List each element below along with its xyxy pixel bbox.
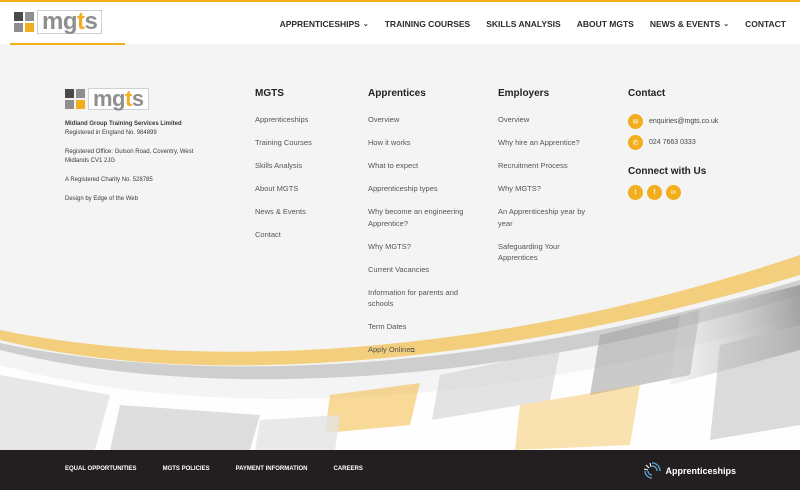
legal-links: EQUAL OPPORTUNITIES MGTS POLICIES PAYMEN…	[65, 466, 389, 472]
footer-column-employers: Employers Overview Why hire an Apprentic…	[498, 88, 598, 275]
footer-brand: mgts Midland Group Training Services Lim…	[65, 88, 215, 204]
phone-icon: ✆	[628, 135, 643, 150]
footer-link[interactable]: An Apprenticeship year by year	[498, 206, 598, 229]
contact-email[interactable]: ✉ enquiries@mgts.co.uk	[628, 114, 768, 129]
registered-office: Registered Office: Gulson Road, Coventry…	[65, 149, 194, 164]
footer-link[interactable]: Overview	[368, 114, 478, 126]
mgts-logo[interactable]: mgts	[14, 10, 103, 34]
footer-link[interactable]: Overview	[498, 114, 598, 126]
logo-underline	[10, 43, 125, 45]
chevron-down-icon: ⌄	[723, 21, 730, 28]
org-name: Midland Group Training Services Limited	[65, 121, 182, 127]
nav-training-courses[interactable]: TRAINING COURSES	[385, 19, 470, 29]
column-heading: MGTS	[255, 88, 284, 99]
link-careers[interactable]: CAREERS	[333, 466, 362, 472]
footer-link[interactable]: Skills Analysis	[255, 160, 355, 172]
apprenticeships-swirl-icon	[644, 462, 662, 479]
footer-link[interactable]: Current Vacancies	[368, 264, 478, 276]
nav-apprenticeships[interactable]: APPRENTICESHIPS ⌄	[280, 19, 369, 29]
footer-link[interactable]: Why MGTS?	[368, 241, 478, 253]
site-header: mgts APPRENTICESHIPS ⌄ TRAINING COURSES S…	[0, 0, 800, 46]
footer-link[interactable]: News & Events	[255, 206, 355, 218]
footer-link[interactable]: Term Dates	[368, 321, 478, 333]
design-credit[interactable]: Design by Edge of the Web	[65, 195, 215, 204]
registration-number: Registered in England No. 984899	[65, 130, 157, 136]
footer-column-mgts: MGTS Apprenticeships Training Courses Sk…	[255, 88, 355, 252]
bottom-bar: EQUAL OPPORTUNITIES MGTS POLICIES PAYMEN…	[0, 450, 800, 490]
footer-logo[interactable]: mgts	[65, 88, 215, 110]
nav-skills-analysis[interactable]: SKILLS ANALYSIS	[486, 19, 560, 29]
linkedin-icon[interactable]: in	[666, 185, 681, 200]
footer-column-apprentices: Apprentices Overview How it works What t…	[368, 88, 478, 369]
link-payment-information[interactable]: PAYMENT INFORMATION	[236, 466, 308, 472]
apprenticeships-logo[interactable]: Apprenticeships	[642, 461, 736, 481]
footer-link[interactable]: Why MGTS?	[498, 183, 598, 195]
footer-link[interactable]: About MGTS	[255, 183, 355, 195]
link-mgts-policies[interactable]: MGTS POLICIES	[163, 466, 210, 472]
envelope-icon: ✉	[628, 114, 643, 129]
nav-news-events[interactable]: NEWS & EVENTS ⌄	[650, 19, 729, 29]
external-link-icon: ⧉	[410, 348, 415, 354]
social-links: t f in	[628, 185, 768, 200]
footer-link[interactable]: Safeguarding Your Apprentices	[498, 241, 598, 264]
logo-wordmark: mgts	[37, 10, 103, 34]
contact-phone[interactable]: ✆ 024 7663 0333	[628, 135, 768, 150]
chevron-down-icon: ⌄	[362, 21, 369, 28]
footer-link[interactable]: Apprenticeship types	[368, 183, 478, 195]
footer-link[interactable]: Recruitment Process	[498, 160, 598, 172]
footer-link[interactable]: Training Courses	[255, 137, 355, 149]
footer-link[interactable]: Information for parents and schools	[368, 287, 478, 310]
footer-link[interactable]: Why become an engineering Apprentice?	[368, 206, 478, 229]
nav-contact[interactable]: CONTACT	[745, 19, 786, 29]
logo-squares-icon	[65, 89, 85, 109]
facebook-icon[interactable]: f	[647, 185, 662, 200]
footer-column-contact: Contact ✉ enquiries@mgts.co.uk ✆ 024 766…	[628, 88, 768, 200]
connect-heading: Connect with Us	[628, 166, 707, 177]
footer-link-apply-online[interactable]: Apply Online⧉	[368, 344, 478, 358]
column-heading: Apprentices	[368, 88, 426, 99]
logo-wordmark: mgts	[88, 88, 149, 110]
link-equal-opportunities[interactable]: EQUAL OPPORTUNITIES	[65, 466, 137, 472]
column-heading: Employers	[498, 88, 550, 99]
twitter-icon[interactable]: t	[628, 185, 643, 200]
logo-squares-icon	[14, 12, 34, 32]
footer-link[interactable]: How it works	[368, 137, 478, 149]
footer-link[interactable]: Why hire an Apprentice?	[498, 137, 598, 149]
charity-number: A Registered Charity No. 528785	[65, 177, 153, 183]
column-heading: Contact	[628, 88, 666, 99]
footer-link[interactable]: Apprenticeships	[255, 114, 355, 126]
nav-about-mgts[interactable]: ABOUT MGTS	[577, 19, 634, 29]
main-nav: APPRENTICESHIPS ⌄ TRAINING COURSES SKILLS…	[264, 2, 786, 46]
footer-link[interactable]: Contact	[255, 229, 355, 241]
footer-link[interactable]: What to expect	[368, 160, 478, 172]
